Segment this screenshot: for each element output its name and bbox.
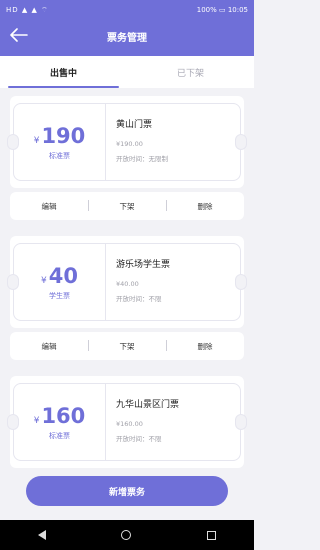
title-bar: 票务管理	[0, 22, 254, 50]
tab-offline[interactable]: 已下架	[127, 56, 254, 88]
currency-symbol: ¥	[33, 135, 40, 146]
ticket-name: 九华山景区门票	[116, 400, 180, 410]
ticket-notch-right	[235, 414, 247, 430]
ticket-type: 标准票	[49, 151, 70, 160]
ticket-price-area: ¥ 160 标准票	[14, 384, 106, 460]
ticket-frame: ¥ 40 学生票 游乐场学生票 ¥40.00 开放时间：不限	[13, 243, 241, 321]
ticket-open-time: 开放时间：无限制	[116, 155, 168, 163]
ticket-open-time: 开放时间：不限	[116, 435, 162, 443]
status-bar: HD ▲ ▲ ⌔ 100% ▭ 10:05	[6, 5, 248, 15]
currency-symbol: ¥	[33, 415, 40, 426]
ticket-info: 九华山景区门票 ¥160.00 开放时间：不限	[106, 384, 240, 460]
ticket-open-time: 开放时间：不限	[116, 295, 162, 303]
ticket-actions: 编辑 下架 删除	[10, 192, 244, 220]
delete-button[interactable]: 删除	[166, 339, 244, 352]
offline-button[interactable]: 下架	[88, 339, 166, 352]
delete-button[interactable]: 删除	[166, 199, 244, 212]
ticket-price-area: ¥ 190 标准票	[14, 104, 106, 180]
tab-bar: 出售中 已下架	[0, 56, 254, 88]
back-arrow-icon[interactable]	[8, 24, 30, 46]
ticket-notch-left	[7, 274, 19, 290]
ticket-card[interactable]: ¥ 160 标准票 九华山景区门票 ¥160.00 开放时间：不限	[7, 376, 247, 468]
ticket-name: 黄山门票	[116, 120, 153, 130]
ticket-actions: 编辑 下架 删除	[10, 332, 244, 360]
tab-on-sale[interactable]: 出售中	[0, 56, 127, 88]
ticket-price: 190	[41, 123, 86, 148]
status-right: 100% ▭ 10:05	[196, 6, 248, 14]
ticket-notch-right	[235, 274, 247, 290]
edit-button[interactable]: 编辑	[10, 201, 88, 212]
ticket-type: 标准票	[49, 431, 70, 440]
add-ticket-button[interactable]: 新增票务	[26, 476, 228, 506]
nav-recent-icon[interactable]	[207, 530, 217, 540]
ticket-frame: ¥ 190 标准票 黄山门票 ¥190.00 开放时间：无限制	[13, 103, 241, 181]
ticket-frame: ¥ 160 标准票 九华山景区门票 ¥160.00 开放时间：不限	[13, 383, 241, 461]
ticket-type: 学生票	[49, 291, 70, 300]
currency-symbol: ¥	[41, 275, 47, 286]
offline-button[interactable]: 下架	[88, 199, 166, 212]
status-left: HD ▲ ▲ ⌔	[6, 5, 49, 14]
edit-button[interactable]: 编辑	[10, 341, 88, 352]
ticket-small-price: ¥190.00	[116, 140, 143, 148]
ticket-price: 40	[48, 263, 78, 288]
nav-home-icon[interactable]	[121, 530, 132, 540]
ticket-notch-left	[7, 414, 19, 430]
system-nav-bar	[0, 520, 254, 550]
ticket-info: 游乐场学生票 ¥40.00 开放时间：不限	[106, 244, 240, 320]
ticket-small-price: ¥40.00	[116, 280, 139, 288]
price-line: ¥ 190	[34, 124, 86, 148]
ticket-notch-right	[235, 134, 247, 150]
page-title: 票务管理	[107, 32, 147, 44]
ticket-card[interactable]: ¥ 190 标准票 黄山门票 ¥190.00 开放时间：无限制	[7, 96, 247, 188]
price-line: ¥ 40	[41, 264, 78, 288]
ticket-notch-left	[7, 134, 19, 150]
app-header: HD ▲ ▲ ⌔ 100% ▭ 10:05 票务管理	[0, 0, 254, 56]
price-line: ¥ 160	[34, 404, 86, 428]
ticket-small-price: ¥160.00	[116, 420, 143, 428]
nav-back-icon[interactable]	[37, 530, 46, 540]
ticket-price-area: ¥ 40 学生票	[14, 244, 106, 320]
ticket-card[interactable]: ¥ 40 学生票 游乐场学生票 ¥40.00 开放时间：不限	[7, 236, 247, 328]
ticket-name: 游乐场学生票	[116, 260, 171, 270]
ticket-info: 黄山门票 ¥190.00 开放时间：无限制	[106, 104, 240, 180]
ticket-price: 160	[41, 403, 86, 428]
